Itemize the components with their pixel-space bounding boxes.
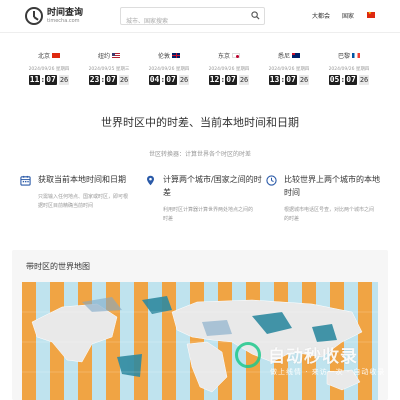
clock-date: 2024/09/26 星期四 <box>328 67 370 72</box>
uk-flag-icon <box>172 53 180 58</box>
clock-logo-icon <box>25 7 43 25</box>
japan-flag-icon <box>232 53 240 58</box>
clock-minutes: 07 <box>105 75 117 85</box>
clock-date: 2024/09/25 星期三 <box>88 67 130 72</box>
site-watermark: 自动秒收录 做上线情 · 来访一次 · 自动收录 <box>230 340 395 390</box>
clock-city: 伦敦 <box>157 53 170 60</box>
clock-city: 巴黎 <box>337 53 350 60</box>
clock-city: 东京 <box>217 53 230 60</box>
usa-flag-icon <box>112 53 120 58</box>
nav-country-menu[interactable]: 国家 <box>342 11 354 20</box>
china-flag-icon <box>52 53 60 58</box>
feature-description: 根据城市电话区号查，对比两个城市之间的时差 <box>284 207 375 222</box>
clock-hours: 23 <box>88 75 101 85</box>
world-clocks: 北京 2024/09/26 星期四 11:07 26 纽约 2024/09/25 … <box>20 43 380 85</box>
map-title: 带时区的世界地图 <box>26 262 90 271</box>
nav-metropolis-menu[interactable]: 大都会 <box>312 11 330 20</box>
clock-date: 2024/09/26 星期四 <box>208 67 250 72</box>
clock-card[interactable]: 伦敦 2024/09/26 星期四 04:07 26 <box>140 43 198 85</box>
clock-city: 悉尼 <box>277 53 290 60</box>
search-input[interactable] <box>121 13 241 30</box>
clock-hours: 04 <box>148 75 161 85</box>
clock-seconds: 26 <box>178 75 190 85</box>
clock-seconds: 26 <box>358 75 370 85</box>
site-header: 时间查询 timecha.com 大都会 国家 <box>0 0 400 33</box>
france-flag-icon <box>352 53 360 58</box>
clock-city: 北京 <box>37 53 50 60</box>
clock-date: 2024/09/26 星期四 <box>268 67 310 72</box>
feature-title: 获取当前本地时间和日期 <box>38 175 126 184</box>
feature-description: 利用时区计算器计算世界两处地点之间的时差 <box>163 207 254 222</box>
feature-description: 只需输入任何地点、国家或时区，即可根据时区目前精确当前时间 <box>38 194 129 209</box>
clock-minutes: 07 <box>45 75 57 85</box>
clock-seconds: 26 <box>298 75 310 85</box>
clock-hours: 13 <box>268 75 281 85</box>
clock-seconds: 26 <box>118 75 130 85</box>
calendar-icon <box>20 175 31 186</box>
clock-minutes: 07 <box>225 75 237 85</box>
clock-card[interactable]: 东京 2024/09/26 星期四 12:07 26 <box>200 43 258 85</box>
clock-hours: 11 <box>28 75 41 85</box>
watermark-subtext: 做上线情 · 来访一次 · 自动收录 <box>270 368 386 376</box>
logo-title: 时间查询 <box>47 7 84 18</box>
page-title: 世界时区中的时差、当前本地时间和日期 <box>101 116 299 129</box>
clock-hours: 12 <box>208 75 221 85</box>
clock-card[interactable]: 纽约 2024/09/25 星期三 23:07 26 <box>80 43 138 85</box>
clock-card[interactable]: 北京 2024/09/26 星期四 11:07 26 <box>20 43 78 85</box>
location-pin-icon <box>147 175 154 186</box>
clock-card[interactable]: 巴黎 2024/09/26 星期四 05:07 26 <box>320 43 378 85</box>
watermark-text: 自动秒收录 <box>268 347 358 367</box>
feature-title: 比较世界上两个城市的本地时间 <box>284 175 380 197</box>
clock-city: 纽约 <box>97 53 110 60</box>
language-flag-icon[interactable] <box>367 10 375 18</box>
logo-subtitle: timecha.com <box>47 17 80 24</box>
site-logo[interactable]: 时间查询 timecha.com <box>25 7 83 25</box>
australia-flag-icon <box>292 53 300 58</box>
page-subtitle: 世区转换器：计算世界各个时区的时差 <box>148 151 251 158</box>
clock-card[interactable]: 悉尼 2024/09/26 星期四 13:07 26 <box>260 43 318 85</box>
feature-title: 计算两个城市/国家之间的时差 <box>163 175 262 197</box>
search-icon[interactable] <box>251 11 260 20</box>
clock-hours: 05 <box>328 75 341 85</box>
clock-minutes: 07 <box>285 75 297 85</box>
clock-icon <box>266 175 277 186</box>
watermark-logo-icon <box>235 342 261 368</box>
clock-date: 2024/09/26 星期四 <box>28 67 70 72</box>
search-box <box>120 7 265 30</box>
clock-seconds: 26 <box>238 75 250 85</box>
clock-minutes: 07 <box>345 75 357 85</box>
clock-date: 2024/09/26 星期四 <box>148 67 190 72</box>
clock-seconds: 26 <box>58 75 70 85</box>
clock-minutes: 07 <box>165 75 177 85</box>
